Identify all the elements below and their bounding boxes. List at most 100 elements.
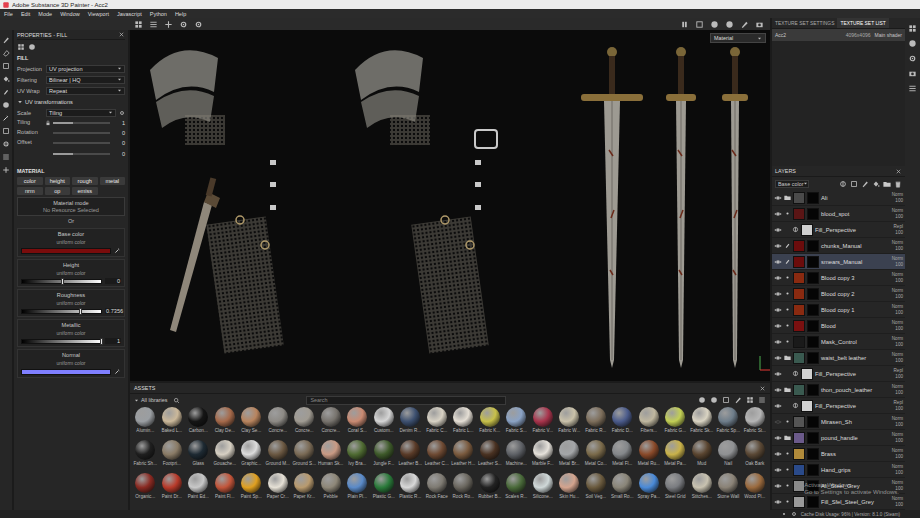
uv-transformations-header[interactable]: UV transformations	[17, 97, 125, 106]
asset-item[interactable]: Paper Cr...	[265, 473, 292, 506]
pause-icon[interactable]	[680, 20, 689, 29]
picker-icon[interactable]	[2, 114, 10, 122]
channel-button[interactable]: op	[45, 187, 71, 195]
expanded-arrow-icon[interactable]	[17, 99, 23, 105]
layer-opacity[interactable]: 100	[895, 230, 903, 236]
menu-item[interactable]: Help	[175, 11, 186, 17]
layer-row[interactable]: Mask_ControlNorm100	[772, 334, 905, 350]
parameter-value[interactable]: 0	[105, 278, 121, 284]
smudge-icon[interactable]	[2, 88, 10, 96]
smart-filter-icon[interactable]	[710, 396, 718, 404]
sphere-view-icon[interactable]	[710, 20, 719, 29]
visibility-eye-icon[interactable]	[774, 258, 782, 266]
projection-icon[interactable]	[2, 62, 10, 70]
asset-item[interactable]: Fabric Sh...	[132, 440, 159, 473]
field-dropdown[interactable]: Bilinear | HQ	[46, 76, 125, 84]
slider-value[interactable]: 1	[113, 120, 125, 126]
asset-item[interactable]: Rock Face	[424, 473, 451, 506]
layer-opacity[interactable]: 100	[895, 454, 903, 460]
slider-value[interactable]: 0	[113, 151, 125, 157]
menu-item[interactable]: Viewport	[88, 11, 109, 17]
texture-set-icon[interactable]	[908, 24, 917, 33]
asset-item[interactable]: Paint Dr...	[159, 473, 186, 506]
scale-dropdown[interactable]: Tiling	[46, 109, 116, 117]
layer-row[interactable]: Fill_PerspectiveRepl100	[772, 222, 905, 238]
layer-row[interactable]: thon_pouch_leatherNorm100	[772, 382, 905, 398]
asset-item[interactable]: Marble F...	[530, 440, 557, 473]
visibility-eye-icon[interactable]	[774, 322, 782, 330]
asset-item[interactable]: Metal Fl...	[609, 440, 636, 473]
channel-button[interactable]: height	[45, 177, 71, 185]
blend-mode[interactable]: Repl	[894, 368, 903, 374]
scale-settings-icon[interactable]	[119, 110, 125, 116]
layer-row[interactable]: chunks_ManualNorm100	[772, 238, 905, 254]
field-dropdown[interactable]: UV projection	[46, 65, 125, 73]
visibility-eye-icon[interactable]	[774, 498, 782, 506]
visibility-eye-icon[interactable]	[774, 354, 782, 362]
asset-item[interactable]: Human Sk...	[318, 440, 345, 473]
blend-mode[interactable]: Norm	[892, 304, 903, 310]
asset-item[interactable]: Alumin...	[132, 407, 159, 440]
slider-track[interactable]	[53, 122, 110, 124]
grid-view-icon[interactable]	[746, 396, 754, 404]
layer-row[interactable]: Ali_Steel_GreyNorm100	[772, 478, 905, 494]
asset-item[interactable]: Nail	[715, 440, 742, 473]
asset-item[interactable]: Ground M...	[265, 440, 292, 473]
slider-handle[interactable]	[100, 338, 103, 345]
menu-item[interactable]: Mode	[38, 11, 52, 17]
asset-item[interactable]: Leather B...	[397, 440, 424, 473]
asset-item[interactable]: Graphic...	[238, 440, 265, 473]
blend-mode[interactable]: Norm	[892, 448, 903, 454]
asset-item[interactable]: Soil Veg...	[583, 473, 610, 506]
blend-mode[interactable]: Norm	[892, 208, 903, 214]
parameter-value[interactable]: 1	[105, 338, 121, 344]
color-swatch[interactable]	[21, 248, 111, 254]
asset-item[interactable]: Paint Sp...	[238, 473, 265, 506]
layer-row[interactable]: smears_ManualNorm100	[772, 254, 905, 270]
asset-item[interactable]: Footpri...	[159, 440, 186, 473]
visibility-eye-icon[interactable]	[774, 466, 782, 474]
add-mask-icon[interactable]	[850, 180, 858, 188]
asset-item[interactable]: Fabric D...	[609, 407, 636, 440]
asset-item[interactable]: Pebble	[318, 473, 345, 506]
asset-item[interactable]: Wood Pl...	[742, 473, 769, 506]
layer-row[interactable]: Fill_PerspectiveRepl100	[772, 366, 905, 382]
blend-mode[interactable]: Norm	[892, 496, 903, 502]
asset-item[interactable]: Paint Fl...	[212, 473, 239, 506]
asset-item[interactable]: Fabric V...	[530, 407, 557, 440]
blend-mode[interactable]: Repl	[894, 224, 903, 230]
clone-icon[interactable]	[2, 101, 10, 109]
select-icon[interactable]	[2, 127, 10, 135]
panel-tab[interactable]: TEXTURE SET LIST	[837, 18, 888, 28]
panel-tab[interactable]: TEXTURE SET SETTINGS	[772, 18, 837, 28]
blend-mode[interactable]: Norm	[892, 432, 903, 438]
blend-mode[interactable]: Norm	[892, 480, 903, 486]
layer-opacity[interactable]: 100	[895, 326, 903, 332]
layer-row[interactable]: Blood copy 1Norm100	[772, 302, 905, 318]
asset-item[interactable]: Metal Co...	[583, 440, 610, 473]
asset-item[interactable]: Ivy Bra...	[344, 440, 371, 473]
slider-track[interactable]	[53, 132, 110, 134]
asset-item[interactable]: Rock Ro...	[450, 473, 477, 506]
layer-opacity[interactable]: 100	[895, 246, 903, 252]
delete-icon[interactable]	[894, 180, 902, 188]
add-paint-layer-icon[interactable]	[861, 180, 869, 188]
asset-item[interactable]: Steel Grid	[662, 473, 689, 506]
texture-set-row[interactable]: Acc24096x4096Main shader	[772, 29, 905, 41]
channel-dropdown[interactable]: Base color	[775, 180, 809, 188]
layer-row[interactable]: Blood copy 2Norm100	[772, 286, 905, 302]
asset-item[interactable]: Glass	[185, 440, 212, 473]
paint-brush-icon[interactable]	[2, 36, 10, 44]
channel-button[interactable]: rough	[72, 177, 98, 185]
slider-value[interactable]: 0	[113, 140, 125, 146]
menu-item[interactable]: File	[4, 11, 13, 17]
asset-item[interactable]: Baked L...	[159, 407, 186, 440]
add-effect-icon[interactable]	[839, 180, 847, 188]
menu-item[interactable]: Edit	[21, 11, 30, 17]
viewer-settings-icon[interactable]	[908, 69, 917, 78]
brush-filter-icon[interactable]	[734, 396, 742, 404]
library-selector[interactable]: All libraries	[134, 397, 167, 403]
asset-item[interactable]: Metal Ru...	[636, 440, 663, 473]
pen-icon[interactable]	[740, 20, 749, 29]
history-icon[interactable]	[179, 20, 188, 29]
